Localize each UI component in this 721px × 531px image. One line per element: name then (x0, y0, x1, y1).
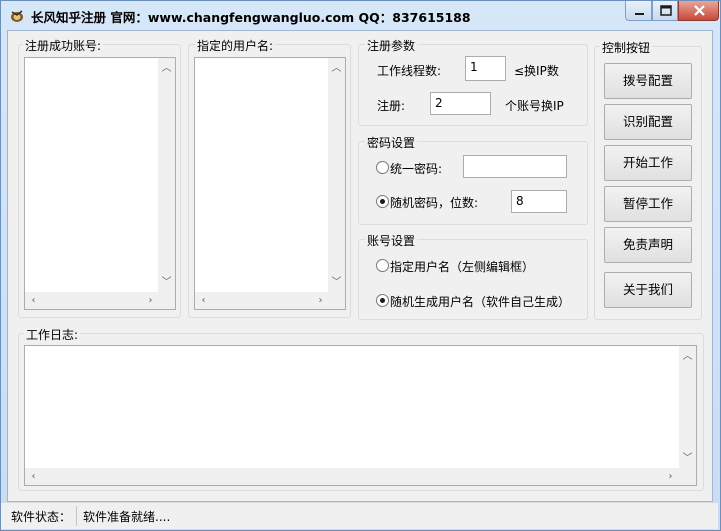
controls-title: 控制按钮 (600, 39, 653, 56)
minimize-button[interactable] (625, 1, 652, 21)
work-log-textarea[interactable]: ︿ ﹀ ‹ › (24, 345, 697, 486)
scroll-left-icon[interactable]: ‹ (25, 292, 42, 309)
close-button[interactable] (678, 1, 719, 21)
threads-input[interactable]: 1 (465, 56, 506, 81)
threads-label: 工作线程数: (377, 64, 442, 78)
unified-password-label[interactable]: 统一密码: (390, 160, 442, 177)
scroll-down-icon[interactable]: ﹀ (328, 274, 345, 291)
threads-hint: ≤换IP数 (514, 64, 559, 78)
scroll-up-icon[interactable]: ︿ (328, 60, 345, 77)
start-work-button[interactable]: 开始工作 (604, 145, 692, 181)
about-us-button[interactable]: 关于我们 (604, 272, 692, 308)
scroll-down-icon[interactable]: ﹀ (679, 450, 696, 467)
maximize-icon (660, 5, 672, 16)
scroll-left-icon[interactable]: ‹ (195, 292, 212, 309)
minimize-icon (635, 13, 644, 15)
usernames-list[interactable]: ︿ ﹀ ‹ › (194, 57, 346, 310)
success-accounts-label: 注册成功账号: (23, 37, 104, 54)
scroll-right-icon[interactable]: › (312, 292, 329, 309)
log-label: 工作日志: (24, 326, 81, 343)
disclaimer-button[interactable]: 免责声明 (604, 227, 692, 263)
title-bar[interactable]: 长风知乎注册 官网：www.changfengwangluo.com QQ：83… (1, 1, 720, 31)
horizontal-scrollbar[interactable]: ‹ › (195, 292, 345, 309)
scroll-up-icon[interactable]: ︿ (679, 348, 696, 365)
register-count-input[interactable]: 2 (430, 92, 491, 115)
unified-password-radio[interactable] (376, 161, 389, 174)
app-icon (11, 10, 23, 22)
status-divider (76, 506, 77, 526)
close-icon (694, 5, 705, 16)
unified-password-input[interactable] (463, 155, 567, 178)
random-username-radio[interactable] (376, 294, 389, 307)
scroll-down-icon[interactable]: ﹀ (158, 274, 175, 291)
pause-work-button[interactable]: 暂停工作 (604, 186, 692, 222)
password-settings-title: 密码设置 (365, 134, 418, 151)
recognition-config-button[interactable]: 识别配置 (604, 104, 692, 140)
random-username-label[interactable]: 随机生成用户名（软件自己生成） (390, 293, 570, 310)
vertical-scrollbar[interactable]: ︿ ﹀ (158, 58, 175, 293)
status-label: 软件状态： (11, 510, 72, 524)
status-bar: 软件状态： 软件准备就绪.... (1, 502, 718, 529)
register-count-hint: 个账号换IP (505, 99, 564, 113)
status-value: 软件准备就绪.... (83, 510, 171, 524)
success-accounts-list[interactable]: ︿ ﹀ ‹ › (24, 57, 176, 310)
random-password-digits-input[interactable]: 8 (511, 190, 567, 213)
scroll-right-icon[interactable]: › (662, 468, 679, 485)
specified-username-radio[interactable] (376, 259, 389, 272)
horizontal-scrollbar[interactable]: ‹ › (25, 468, 696, 485)
dial-config-button[interactable]: 拨号配置 (604, 63, 692, 99)
horizontal-scrollbar[interactable]: ‹ › (25, 292, 175, 309)
maximize-button[interactable] (652, 1, 678, 21)
random-password-label[interactable]: 随机密码，位数: (390, 194, 478, 211)
vertical-scrollbar[interactable]: ︿ ﹀ (328, 58, 345, 293)
specified-username-label[interactable]: 指定用户名（左侧编辑框） (390, 258, 534, 275)
vertical-scrollbar[interactable]: ︿ ﹀ (679, 346, 696, 468)
window-title: 长风知乎注册 官网：www.changfengwangluo.com QQ：83… (31, 10, 471, 25)
scroll-left-icon[interactable]: ‹ (25, 468, 42, 485)
register-params-title: 注册参数 (365, 37, 418, 54)
usernames-label: 指定的用户名: (195, 37, 276, 54)
random-password-radio[interactable] (376, 195, 389, 208)
account-settings-title: 账号设置 (365, 232, 418, 249)
scroll-up-icon[interactable]: ︿ (158, 60, 175, 77)
register-count-label: 注册: (377, 99, 406, 113)
scroll-right-icon[interactable]: › (142, 292, 159, 309)
